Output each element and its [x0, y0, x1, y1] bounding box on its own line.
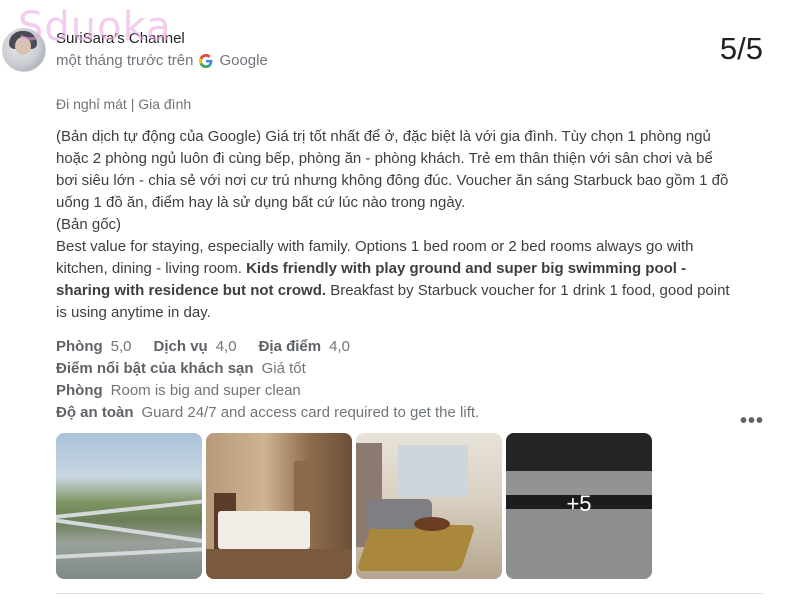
review-time: một tháng trước trên	[56, 52, 194, 69]
review-photo-bedroom[interactable]	[206, 433, 352, 579]
photo-rug	[356, 525, 476, 571]
original-label: (Bản gốc)	[56, 216, 122, 233]
rating-location-value: 4,0	[329, 338, 350, 355]
avatar-face	[15, 37, 31, 55]
room-note-value: Room is big and super clean	[110, 382, 301, 399]
rating-room-value: 5,0	[110, 338, 132, 355]
ratings-row-highlight: Điểm nổi bật của khách sạn Giá tốt	[56, 358, 493, 380]
rating-service-value: 4,0	[215, 338, 237, 355]
safety-value: Guard 24/7 and access card required to g…	[141, 404, 480, 421]
photo-window	[398, 445, 468, 497]
trip-type: Đi nghỉ mát | Gia đình	[56, 96, 192, 112]
review-source: Google	[219, 52, 268, 69]
review-photo-highway[interactable]	[56, 433, 202, 579]
reviewer-avatar[interactable]	[2, 28, 46, 72]
photo-road	[56, 498, 202, 520]
more-options-button[interactable]: •••	[740, 410, 764, 433]
rating-location-label: Địa điểm	[258, 338, 322, 355]
ratings-row-scores: Phòng 5,0 Dịch vụ 4,0 Địa điểm 4,0	[56, 336, 493, 358]
ratings-row-safety: Độ an toàn Guard 24/7 and access card re…	[56, 402, 493, 424]
photo-table	[414, 517, 450, 531]
photo-floor	[206, 549, 352, 579]
safety-label: Độ an toàn	[56, 404, 134, 421]
divider	[56, 593, 764, 594]
photo-bed	[218, 511, 310, 549]
photo-road	[56, 517, 202, 545]
review-meta: một tháng trước trên Google	[56, 52, 268, 69]
ratings-block: Phòng 5,0 Dịch vụ 4,0 Địa điểm 4,0 Điểm …	[56, 336, 493, 424]
room-note-label: Phòng	[56, 382, 103, 399]
photo-road	[56, 546, 202, 560]
reviewer-name[interactable]: SuriSara's Channel	[56, 30, 185, 47]
more-photos-count: +5	[566, 491, 592, 516]
review-photo-living-room[interactable]	[356, 433, 502, 579]
rating-room-label: Phòng	[56, 338, 103, 355]
review-photos: +5	[56, 433, 652, 579]
review-text: (Bản dịch tự động của Google) Giá trị tố…	[56, 126, 736, 324]
rating-service-label: Dịch vụ	[153, 338, 208, 355]
highlight-label: Điểm nổi bật của khách sạn	[56, 360, 254, 377]
translated-text: (Bản dịch tự động của Google) Giá trị tố…	[56, 128, 729, 211]
highlight-value: Giá tốt	[261, 360, 306, 377]
review-score: 5/5	[719, 31, 763, 66]
review-photo-kitchen-more[interactable]: +5	[506, 433, 652, 579]
google-icon	[199, 53, 213, 68]
ratings-row-room-note: Phòng Room is big and super clean	[56, 380, 493, 402]
